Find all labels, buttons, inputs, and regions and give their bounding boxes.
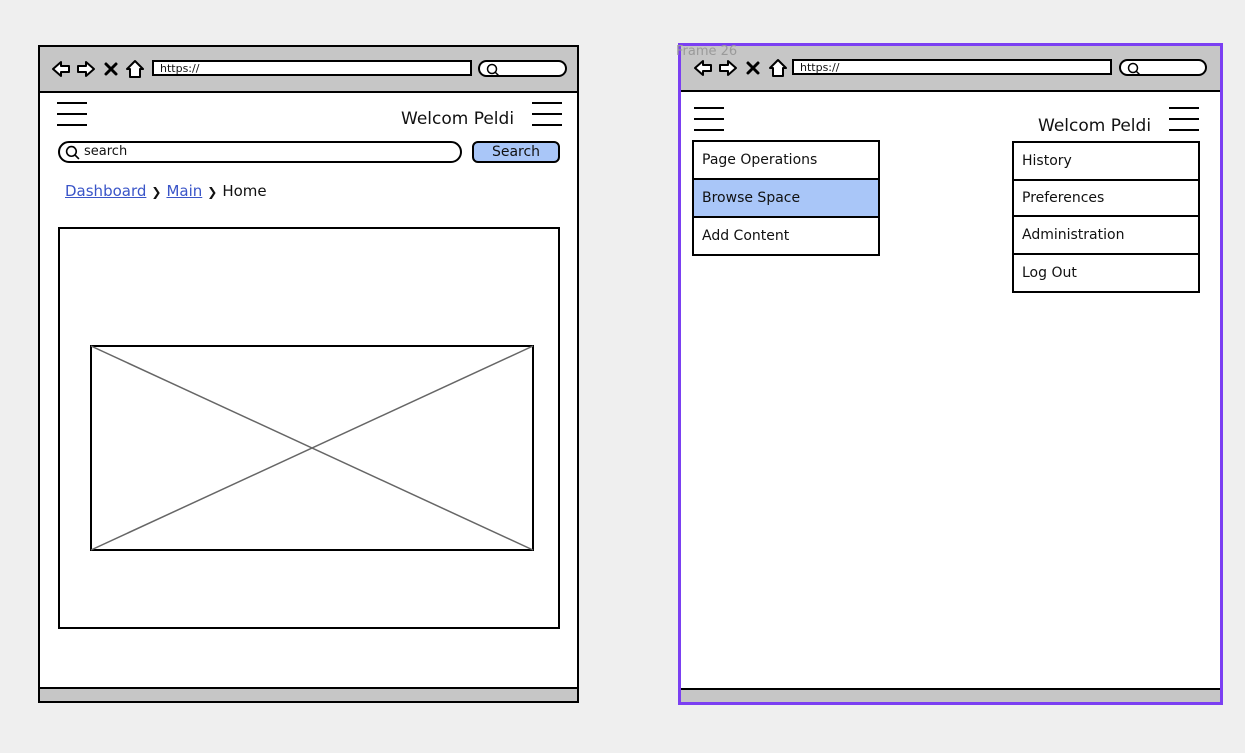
back-arrow-icon[interactable] [693,58,713,78]
search-icon [65,145,80,160]
back-arrow-icon[interactable] [51,59,71,79]
browser-window-main: https:// Welcom Peldi search Search Dash… [38,45,579,703]
menu-item-browse-space[interactable]: Browse Space [694,180,878,218]
menu-item-page-operations[interactable]: Page Operations [694,142,878,180]
breadcrumb-current: Home [222,182,267,200]
menu-item-log-out[interactable]: Log Out [1014,255,1198,291]
address-bar[interactable]: https:// [152,60,472,76]
welcome-text: Welcom Peldi [401,109,515,129]
breadcrumb-link-main[interactable]: Main [166,182,202,200]
browser-window-menus: https:// Welcom Peldi Page Operations Br… [678,43,1223,705]
search-button[interactable]: Search [472,141,560,163]
menu-item-add-content[interactable]: Add Content [694,218,878,254]
user-menu-icon[interactable] [532,102,562,126]
chevron-right-icon: ❯ [151,185,162,199]
address-bar[interactable]: https:// [792,59,1112,75]
home-icon[interactable] [125,59,145,79]
status-bar [681,688,1220,702]
browser-search-field[interactable] [1119,59,1207,76]
search-placeholder: search [84,144,128,159]
close-icon[interactable] [743,58,763,78]
status-bar [40,687,577,701]
search-icon [1127,62,1141,76]
home-icon[interactable] [768,58,788,78]
menu-item-history[interactable]: History [1014,143,1198,181]
user-menu-icon[interactable] [1169,107,1199,131]
forward-arrow-icon[interactable] [76,59,96,79]
hamburger-menu-icon[interactable] [57,102,87,126]
browser-chrome: https:// [681,46,1220,92]
browser-search-field[interactable] [478,60,567,77]
breadcrumb: Dashboard ❯ Main ❯ Home [65,182,267,200]
forward-arrow-icon[interactable] [718,58,738,78]
search-input[interactable]: search [58,141,462,163]
frame-label: Frame 26 [676,44,738,59]
content-area [58,227,560,629]
navigation-menu: Page Operations Browse Space Add Content [692,140,880,256]
search-icon [486,63,500,77]
chevron-right-icon: ❯ [207,185,218,199]
close-icon[interactable] [101,59,121,79]
browser-chrome: https:// [40,47,577,93]
hamburger-menu-icon[interactable] [694,107,724,131]
breadcrumb-link-dashboard[interactable]: Dashboard [65,182,146,200]
user-menu: History Preferences Administration Log O… [1012,141,1200,293]
menu-item-preferences[interactable]: Preferences [1014,181,1198,217]
image-placeholder-icon [90,345,534,551]
welcome-text: Welcom Peldi [1038,116,1152,136]
menu-item-administration[interactable]: Administration [1014,217,1198,255]
